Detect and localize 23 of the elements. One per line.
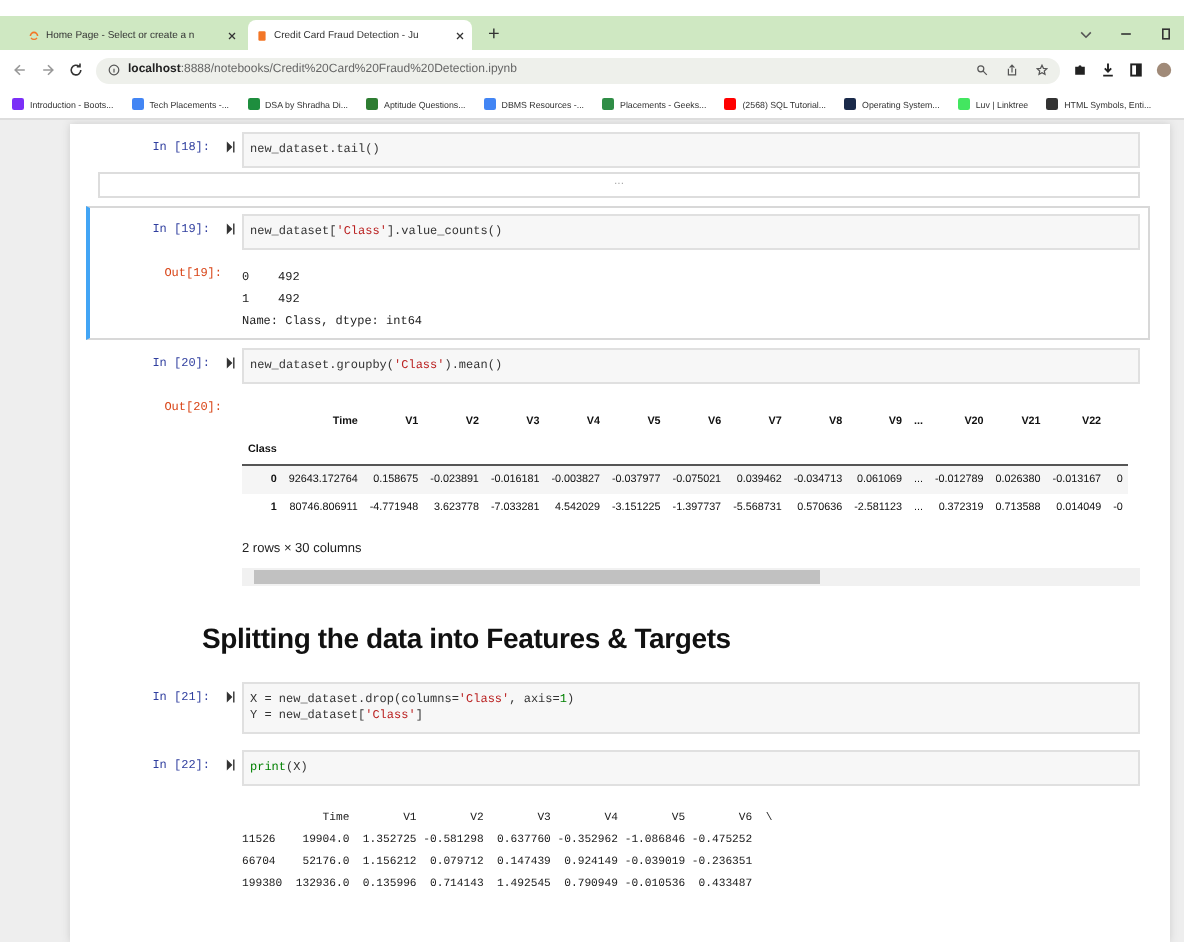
forward-icon[interactable] bbox=[40, 62, 56, 78]
close-icon[interactable] bbox=[456, 31, 464, 39]
run-icon[interactable] bbox=[226, 690, 236, 704]
section-heading: Splitting the data into Features & Targets bbox=[202, 622, 733, 654]
zoom-icon[interactable] bbox=[976, 64, 988, 76]
new-tab-button[interactable]: + bbox=[476, 20, 512, 50]
star-icon[interactable] bbox=[1036, 64, 1048, 76]
avatar-icon[interactable] bbox=[1156, 62, 1172, 78]
close-icon[interactable] bbox=[228, 31, 236, 39]
run-icon[interactable] bbox=[226, 356, 236, 370]
sidebar-icon[interactable] bbox=[1128, 62, 1144, 78]
reload-icon[interactable] bbox=[68, 62, 84, 78]
back-icon[interactable] bbox=[12, 62, 28, 78]
spinner-icon bbox=[28, 29, 40, 41]
info-icon bbox=[108, 64, 120, 76]
maximize-icon[interactable] bbox=[1158, 26, 1174, 42]
run-icon[interactable] bbox=[226, 222, 236, 236]
run-icon[interactable] bbox=[226, 758, 236, 772]
horizontal-scrollbar[interactable] bbox=[242, 568, 1140, 586]
chevron-down-icon[interactable] bbox=[1078, 26, 1094, 42]
run-icon[interactable] bbox=[226, 140, 236, 154]
download-icon[interactable] bbox=[1100, 62, 1116, 78]
share-icon[interactable] bbox=[1006, 64, 1018, 76]
